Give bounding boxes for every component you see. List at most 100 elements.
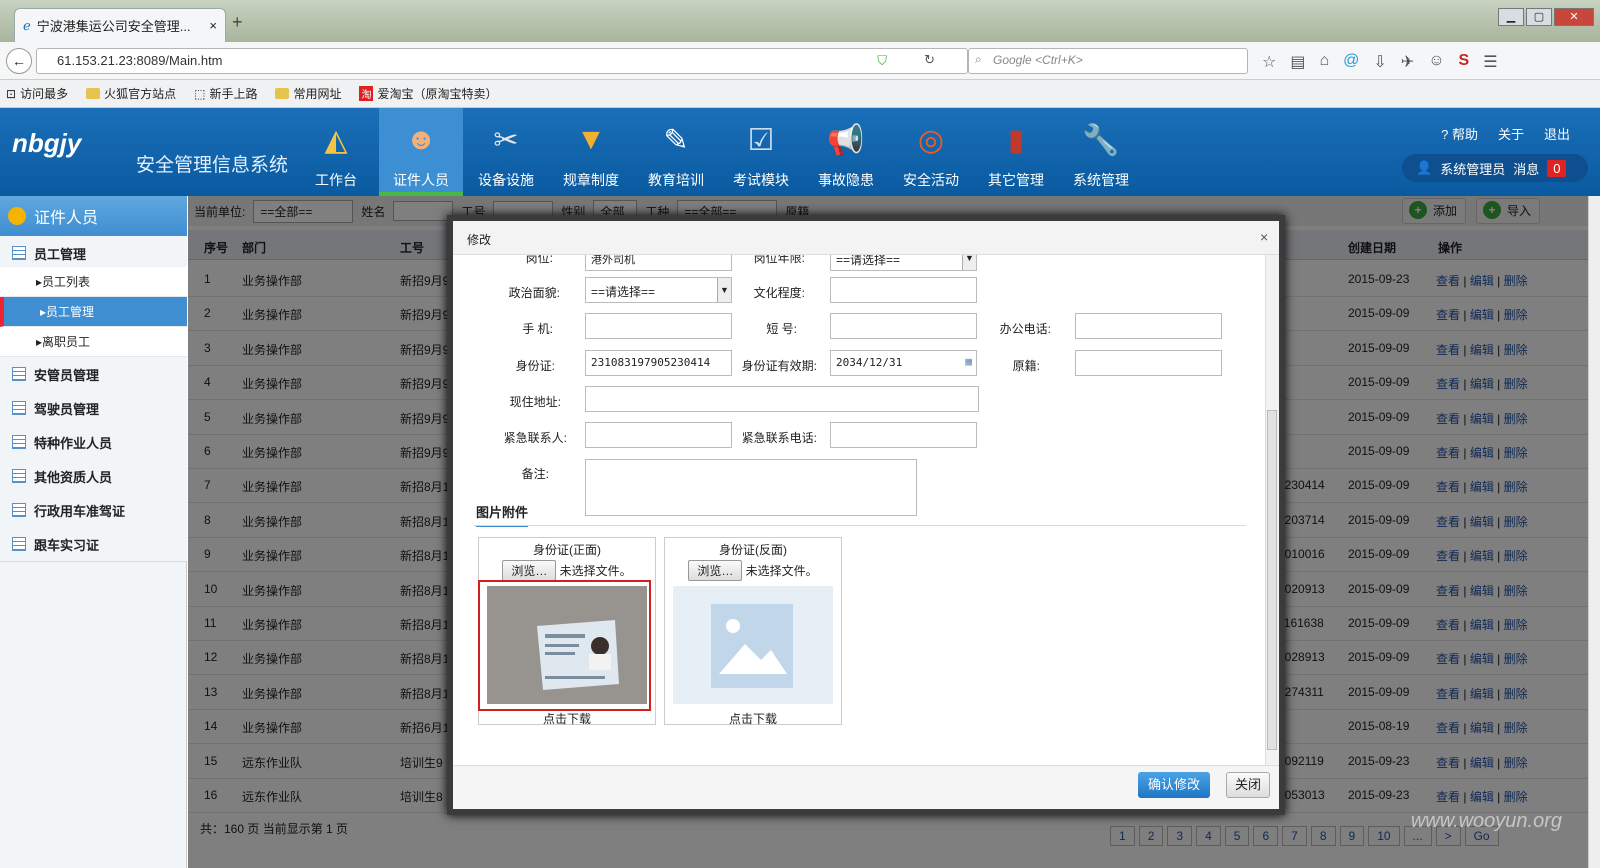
- minimize-button[interactable]: ▁: [1498, 8, 1524, 26]
- bookmark-most-visited[interactable]: ⊡ 访问最多: [6, 85, 68, 102]
- emergency-phone-label: 紧急联系电话:: [741, 431, 817, 445]
- sidebar-item-staff-management[interactable]: ▸ 员工管理: [0, 297, 187, 327]
- module-system[interactable]: 🔧 系统管理: [1059, 108, 1143, 196]
- bookmark-getting-started[interactable]: ⬚ 新手上路: [194, 85, 257, 102]
- idcard-expiry-label: 身份证有效期:: [741, 359, 817, 373]
- bookmark-common[interactable]: 常用网址: [275, 85, 341, 102]
- sidebar-item-former-staff[interactable]: ▸ 离职员工: [0, 327, 187, 357]
- sidebar-group-other-qualified[interactable]: 其他资质人员: [0, 459, 187, 494]
- education-input[interactable]: [830, 277, 977, 303]
- about-link[interactable]: 关于: [1498, 124, 1524, 143]
- person-icon: ☻: [405, 123, 437, 156]
- browse-button[interactable]: 浏览…: [502, 560, 557, 581]
- chat-icon[interactable]: ☺: [1428, 52, 1444, 72]
- political-value: ==请选择==: [591, 285, 656, 299]
- emergency-contact-input[interactable]: [585, 422, 732, 448]
- module-label: 考试模块: [733, 172, 789, 188]
- logout-link[interactable]: 退出: [1544, 124, 1570, 143]
- messages-badge[interactable]: 0: [1547, 159, 1567, 177]
- back-button[interactable]: ←: [6, 48, 32, 74]
- top-links: ? 帮助 关于 退出: [1441, 124, 1570, 143]
- reload-icon[interactable]: ↻: [924, 52, 935, 68]
- tab-close-icon[interactable]: ×: [209, 18, 217, 33]
- at-icon[interactable]: @: [1343, 52, 1359, 72]
- module-exam[interactable]: ☑ 考试模块: [719, 108, 803, 196]
- system-title: 安全管理信息系统: [136, 155, 289, 176]
- home-icon[interactable]: ⌂: [1319, 52, 1329, 72]
- menu-icon[interactable]: ☰: [1483, 52, 1497, 72]
- office-phone-input[interactable]: [1075, 313, 1222, 339]
- search-input[interactable]: ⌕ Google <Ctrl+K>: [968, 48, 1248, 74]
- sidebar-group-internship[interactable]: 跟车实习证: [0, 527, 187, 562]
- idcard-expiry-value: 2034/12/31: [836, 356, 903, 369]
- idcard-input[interactable]: 231083197905230414: [585, 350, 732, 376]
- origin-input[interactable]: [1075, 350, 1222, 376]
- module-workbench[interactable]: ◭ 工作台: [294, 108, 378, 196]
- module-hazards[interactable]: 📢 事故隐患: [804, 108, 888, 196]
- chevron-down-icon: ▼: [962, 255, 976, 270]
- address-label: 现住地址:: [509, 395, 561, 409]
- module-label: 规章制度: [563, 172, 619, 188]
- dialog-close-icon[interactable]: ×: [1260, 229, 1268, 245]
- remark-textarea[interactable]: [585, 459, 917, 516]
- emergency-phone-input[interactable]: [830, 422, 977, 448]
- sidebar-group-label: 驾驶员管理: [34, 401, 100, 417]
- download-icon[interactable]: ⇩: [1373, 52, 1386, 72]
- sidebar-group-special-workers[interactable]: 特种作业人员: [0, 425, 187, 460]
- confirm-button[interactable]: 确认修改: [1138, 772, 1210, 798]
- sidebar-group-safety-officers[interactable]: 安管员管理: [0, 357, 187, 392]
- sidebar-item-staff-list[interactable]: ▸ 员工列表: [0, 267, 187, 297]
- logo: nbgjy: [12, 128, 82, 158]
- maximize-button[interactable]: ▢: [1526, 8, 1552, 26]
- sidebar-group-label: 行政用车准驾证: [34, 503, 126, 519]
- extension-icon[interactable]: S: [1459, 52, 1470, 72]
- attachment-card-back: 身份证(反面) 浏览… 未选择文件。 点击下载: [664, 537, 842, 727]
- module-certified-personnel[interactable]: ☻ 证件人员: [379, 108, 463, 196]
- image-placeholder-icon[interactable]: [673, 586, 833, 704]
- book-icon: ▮: [1007, 123, 1025, 157]
- browser-tab[interactable]: ℯ 宁波港集运公司安全管理... ×: [14, 8, 226, 42]
- messages-label[interactable]: 消息: [1513, 159, 1539, 178]
- wrench-icon: 🔧: [1082, 123, 1120, 157]
- page-icon: ⬚: [194, 86, 206, 101]
- address-input[interactable]: [585, 386, 979, 412]
- help-label: 帮助: [1451, 127, 1478, 142]
- window-controls: ▁ ▢ ✕: [1498, 8, 1594, 26]
- bookmark-firefox[interactable]: 火狐官方站点: [86, 85, 176, 102]
- sidebar-group-label: 跟车实习证: [34, 537, 100, 553]
- bookmark-aitaobao[interactable]: 淘爱淘宝（原淘宝特卖）: [359, 85, 497, 102]
- list-icon: [12, 435, 26, 449]
- new-tab-button[interactable]: +: [232, 12, 243, 33]
- sidebar-title: 证件人员: [34, 210, 99, 227]
- bookmark-label: 访问最多: [20, 87, 69, 101]
- close-button[interactable]: 关闭: [1226, 772, 1270, 798]
- reading-list-icon[interactable]: ▤: [1290, 52, 1305, 72]
- url-bar[interactable]: 61.153.21.23:8089/Main.htm ⛉ ↻: [36, 48, 968, 74]
- attachments-title: 图片附件: [476, 502, 529, 527]
- window-close-button[interactable]: ✕: [1554, 8, 1594, 26]
- browse-button[interactable]: 浏览…: [688, 560, 743, 581]
- sidebar-item-label: 员工管理: [46, 305, 95, 319]
- module-other[interactable]: ▮ 其它管理: [974, 108, 1058, 196]
- help-link[interactable]: ? 帮助: [1441, 124, 1478, 143]
- module-education[interactable]: ✎ 教育培训: [634, 108, 718, 196]
- education-label: 文化程度:: [753, 286, 805, 300]
- module-regulations[interactable]: ▼ 规章制度: [549, 108, 633, 196]
- module-equipment[interactable]: ✂ 设备设施: [464, 108, 548, 196]
- sidebar-group-admin-vehicle[interactable]: 行政用车准驾证: [0, 493, 187, 528]
- chevron-down-icon: [8, 207, 26, 225]
- addon-icon[interactable]: ✈: [1401, 52, 1414, 72]
- post-years-select[interactable]: ==请选择== ▼: [830, 255, 977, 271]
- highlight-box: [478, 580, 651, 711]
- sidebar-group-drivers[interactable]: 驾驶员管理: [0, 391, 187, 426]
- sidebar-group-staff[interactable]: 员工管理: [0, 236, 187, 271]
- page-scrollbar[interactable]: [1588, 196, 1600, 868]
- watermark: www.wooyun.org: [1410, 810, 1562, 832]
- download-link[interactable]: 点击下载: [479, 710, 655, 727]
- sidebar-header: 证件人员: [0, 196, 187, 236]
- module-safety-activities[interactable]: ◎ 安全活动: [889, 108, 973, 196]
- user-name[interactable]: 系统管理员: [1440, 159, 1505, 178]
- star-icon[interactable]: ☆: [1262, 52, 1276, 72]
- download-link[interactable]: 点击下载: [665, 710, 841, 727]
- dialog-scrollbar-thumb[interactable]: [1267, 410, 1277, 750]
